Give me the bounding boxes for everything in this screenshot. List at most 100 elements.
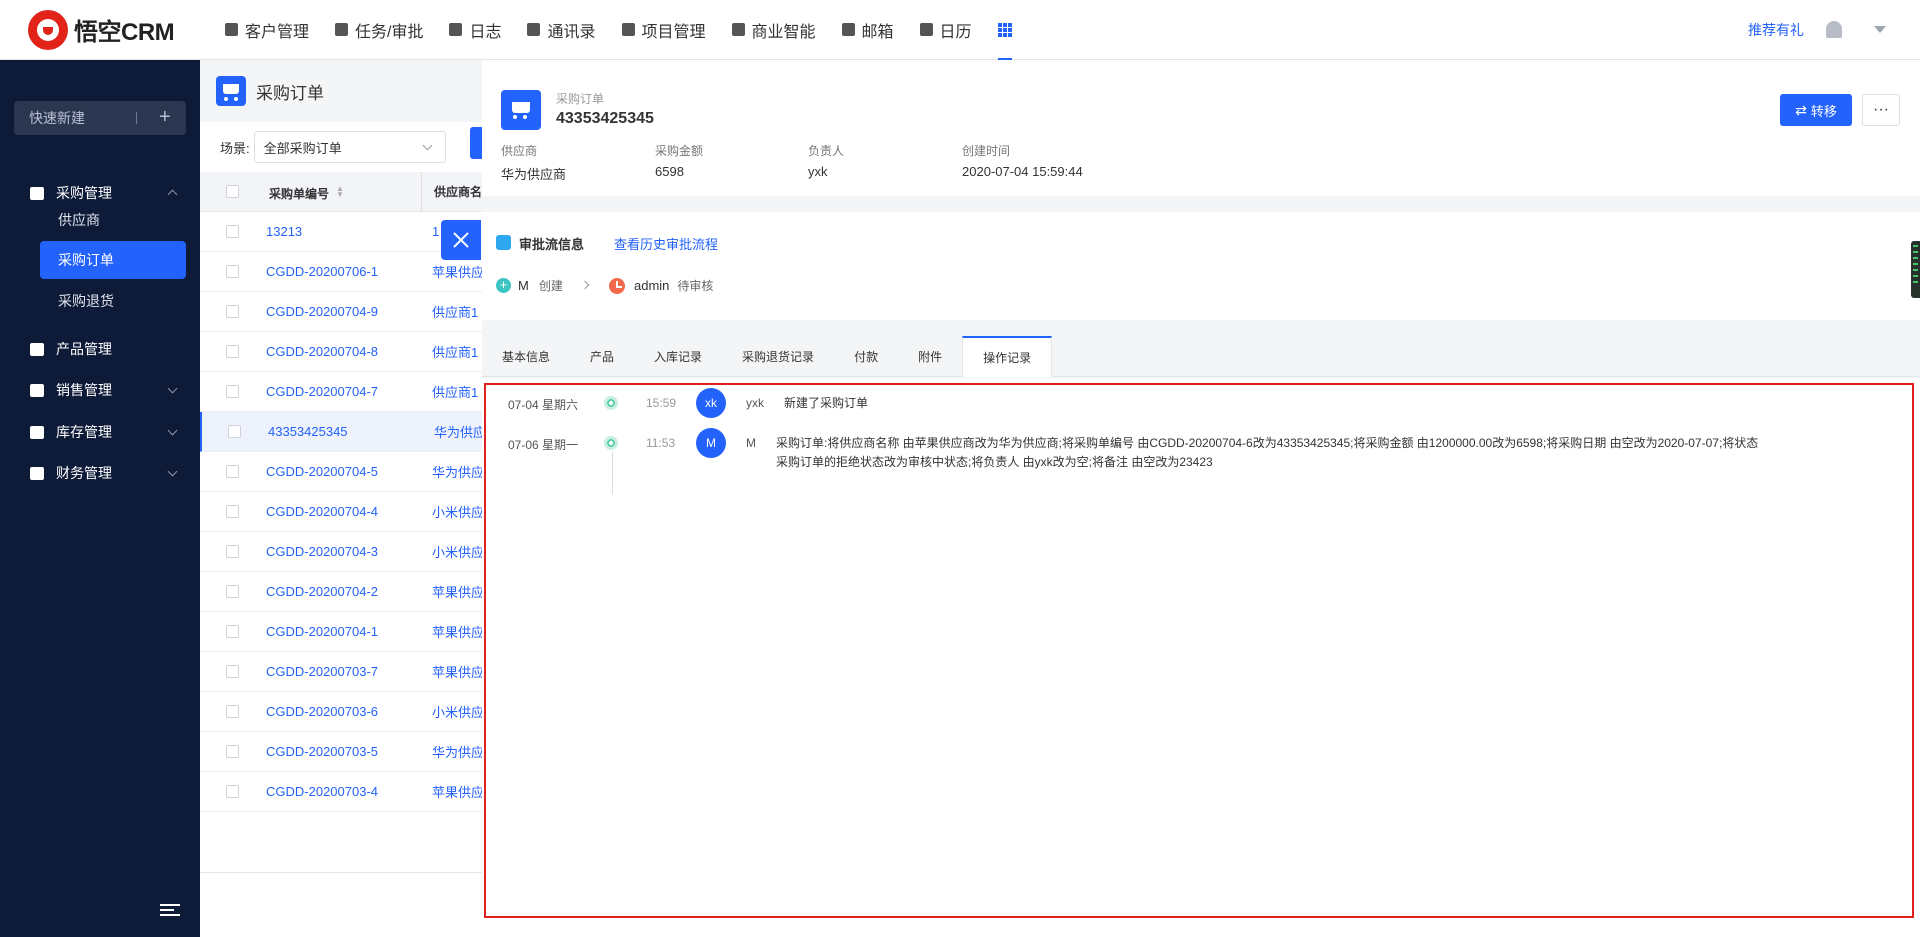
table-row[interactable]: 43353425345 华为供应 [200,412,484,452]
nav-apps[interactable] [985,0,1025,60]
row-checkbox[interactable] [226,225,239,238]
tab-attachments[interactable]: 附件 [898,336,962,377]
order-number-link[interactable]: 43353425345 [268,424,348,439]
row-checkbox[interactable] [226,305,239,318]
scene-select[interactable]: 全部采购订单 [253,131,446,163]
nav-log[interactable]: 日志 [436,0,514,60]
order-number-link[interactable]: CGDD-20200703-7 [266,664,378,679]
tab-products[interactable]: 产品 [570,336,634,377]
row-checkbox[interactable] [228,425,241,438]
sort-icon[interactable]: ▲ ▼ [336,185,344,199]
tab-operation-log[interactable]: 操作记录 [962,336,1053,377]
row-checkbox[interactable] [226,545,239,558]
order-number-link[interactable]: CGDD-20200703-5 [266,744,378,759]
table-row[interactable]: CGDD-20200704-7 供应商1 [200,372,482,412]
select-all-checkbox[interactable] [226,185,239,198]
row-checkbox[interactable] [226,665,239,678]
order-number-link[interactable]: CGDD-20200704-3 [266,544,378,559]
table-row[interactable]: CGDD-20200704-1 苹果供应 [200,612,482,652]
order-number-link[interactable]: CGDD-20200704-1 [266,624,378,639]
nav-task[interactable]: 任务/审批 [322,0,436,60]
supplier-link[interactable]: 苹果供应 [432,662,482,681]
row-checkbox[interactable] [226,585,239,598]
supplier-link[interactable]: 供应商1 [432,382,482,401]
nav-contacts[interactable]: 通讯录 [514,0,608,60]
row-checkbox[interactable] [226,505,239,518]
table-row[interactable]: CGDD-20200704-4 小米供应 [200,492,482,532]
sidebar-item-purchase-return[interactable]: 采购退货 [40,282,186,320]
supplier-link[interactable]: 供应商1 [432,302,482,321]
table-row[interactable]: CGDD-20200703-5 华为供应 [200,732,482,772]
table-row[interactable]: 13213 1 [200,212,482,252]
menu-inventory[interactable]: 库存管理 [0,412,200,452]
supplier-link[interactable]: 华为供应 [432,462,482,481]
order-number-link[interactable]: CGDD-20200704-4 [266,504,378,519]
table-row[interactable]: CGDD-20200703-6 小米供应 [200,692,482,732]
tab-inbound[interactable]: 入库记录 [634,336,722,377]
order-number-link[interactable]: CGDD-20200704-5 [266,464,378,479]
supplier-link[interactable]: 苹果供应 [432,782,482,801]
order-number-link[interactable]: CGDD-20200704-8 [266,344,378,359]
table-row[interactable]: CGDD-20200706-1 苹果供应 [200,252,482,292]
tab-payment[interactable]: 付款 [834,336,898,377]
menu-finance[interactable]: 财务管理 [0,453,200,493]
table-row[interactable]: CGDD-20200704-3 小米供应 [200,532,482,572]
collapse-sidebar-icon[interactable] [160,904,180,918]
menu-sales[interactable]: 销售管理 [0,370,200,410]
logo[interactable]: 悟空CRM [28,9,212,50]
close-detail-button[interactable] [441,220,481,260]
supplier-link[interactable]: 小米供应 [432,542,482,561]
nav-mail[interactable]: 邮箱 [829,0,907,60]
nav-project[interactable]: 项目管理 [609,0,719,60]
nav-customer[interactable]: 客户管理 [212,0,322,60]
table-row[interactable]: CGDD-20200704-9 供应商1 [200,292,482,332]
order-number-link[interactable]: CGDD-20200706-1 [266,264,378,279]
recommend-link[interactable]: 推荐有礼 [1748,20,1804,40]
supplier-link[interactable]: 华为供应 [432,742,482,761]
row-checkbox[interactable] [226,385,239,398]
order-number-link[interactable]: CGDD-20200703-6 [266,704,378,719]
plus-icon[interactable]: + [159,106,171,129]
approval-history-link[interactable]: 查看历史审批流程 [614,234,718,253]
user-menu-caret-icon[interactable] [1874,26,1886,33]
table-row[interactable]: CGDD-20200703-4 苹果供应 [200,772,482,812]
supplier-link[interactable]: 苹果供应 [432,622,482,641]
row-checkbox[interactable] [226,745,239,758]
tab-returns[interactable]: 采购退货记录 [722,336,834,377]
row-checkbox[interactable] [226,625,239,638]
row-checkbox[interactable] [226,345,239,358]
supplier-link[interactable]: 苹果供应 [432,582,482,601]
table-row[interactable]: CGDD-20200704-2 苹果供应 [200,572,482,612]
transfer-button[interactable]: ⇄ 转移 [1780,94,1852,126]
order-number-link[interactable]: CGDD-20200704-9 [266,304,378,319]
order-number-link[interactable]: CGDD-20200704-7 [266,384,378,399]
row-checkbox[interactable] [226,785,239,798]
bell-icon[interactable] [1826,21,1842,38]
table-row[interactable]: CGDD-20200703-7 苹果供应 [200,652,482,692]
add-button-edge[interactable] [470,127,482,159]
order-number-link[interactable]: 13213 [266,224,302,239]
tab-basic-info[interactable]: 基本信息 [482,336,570,377]
nav-calendar[interactable]: 日历 [907,0,985,60]
table-row[interactable]: CGDD-20200704-8 供应商1 [200,332,482,372]
sidebar-item-purchase-order[interactable]: 采购订单 [40,241,186,279]
menu-product[interactable]: 产品管理 [0,329,200,369]
supplier-link[interactable]: 小米供应 [432,502,482,521]
more-button[interactable]: ··· [1862,94,1900,126]
quick-new-button[interactable]: 快速新建 + [14,101,186,135]
supplier-link[interactable]: 华为供应 [434,422,484,441]
order-number-link[interactable]: CGDD-20200703-4 [266,784,378,799]
nav-bi[interactable]: 商业智能 [719,0,829,60]
supplier-link[interactable]: 苹果供应 [432,262,482,281]
row-checkbox[interactable] [226,465,239,478]
phone-book-icon [527,23,541,36]
table-row[interactable]: CGDD-20200704-5 华为供应 [200,452,482,492]
supplier-link[interactable]: 供应商1 [432,342,482,361]
notebook-icon [449,23,463,36]
row-checkbox[interactable] [226,265,239,278]
order-number-link[interactable]: CGDD-20200704-2 [266,584,378,599]
supplier-link[interactable]: 小米供应 [432,702,482,721]
side-handle[interactable] [1911,241,1920,298]
row-checkbox[interactable] [226,705,239,718]
sidebar-item-supplier[interactable]: 供应商 [40,201,186,239]
